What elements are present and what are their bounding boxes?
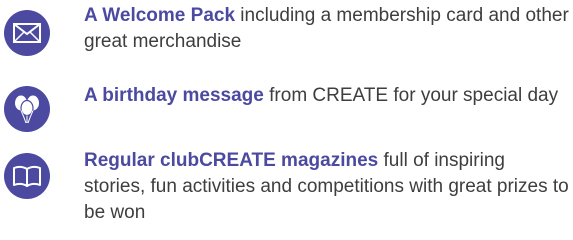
book-icon — [4, 153, 50, 199]
benefit-title: Regular clubCREATE magazines — [84, 150, 379, 171]
benefit-text: A Welcome Pack including a membership ca… — [84, 3, 570, 55]
benefit-title: A Welcome Pack — [84, 5, 236, 26]
benefit-text: Regular clubCREATE magazines full of ins… — [84, 148, 570, 226]
benefit-title: A birthday message — [84, 85, 264, 106]
balloons-icon — [4, 86, 50, 132]
benefit-text: A birthday message from CREATE for your … — [84, 83, 570, 109]
envelope-icon — [4, 10, 50, 56]
benefit-description: from CREATE for your special day — [263, 85, 559, 106]
